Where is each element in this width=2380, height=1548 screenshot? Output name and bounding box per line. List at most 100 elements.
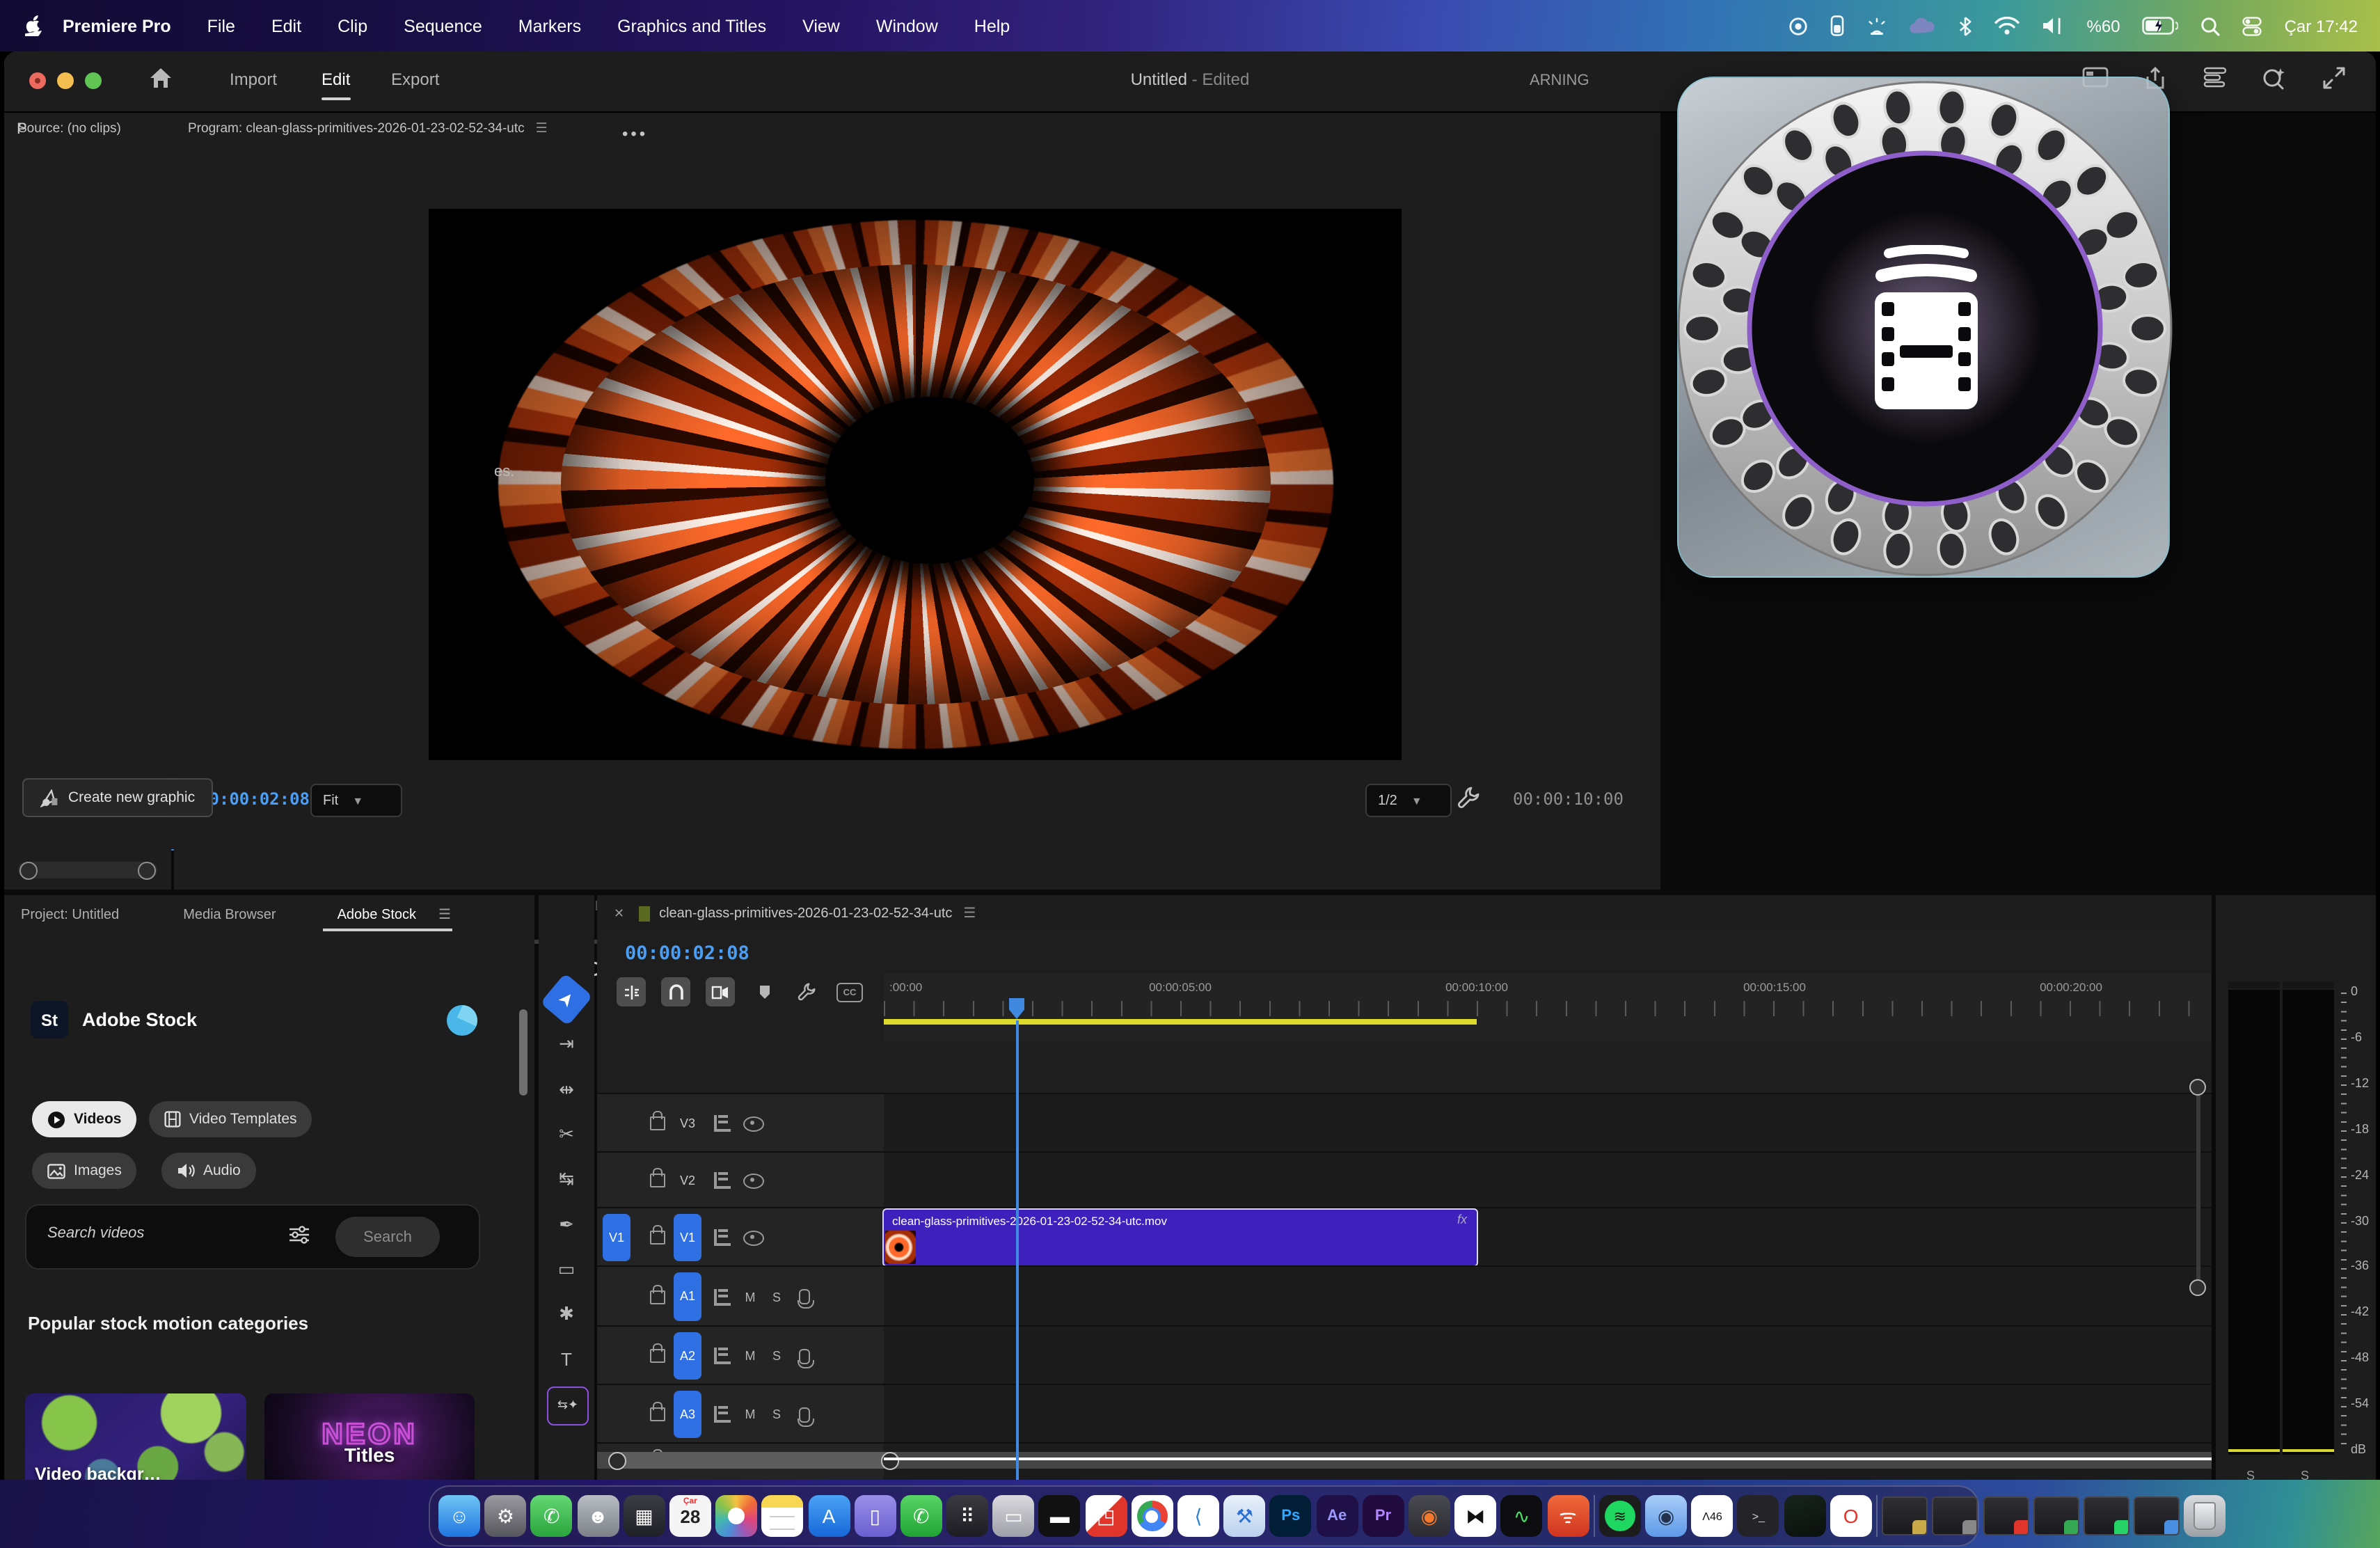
- menu-item-window[interactable]: Window: [876, 16, 938, 35]
- dock-spotify[interactable]: ≋: [1599, 1495, 1641, 1537]
- sequence-tab[interactable]: ✕ clean-glass-primitives-2026-01-23-02-5…: [597, 895, 2212, 931]
- dock-activity-app[interactable]: ∿: [1501, 1495, 1543, 1537]
- dock-whatsapp[interactable]: ✆: [901, 1495, 942, 1537]
- solo-left-label[interactable]: S: [2246, 1469, 2255, 1480]
- dock-browser-window-app[interactable]: ▭: [993, 1495, 1035, 1537]
- dock-phone[interactable]: ✆: [531, 1495, 573, 1537]
- battery-icon[interactable]: [2143, 17, 2179, 35]
- stock-scrollbar[interactable]: [519, 1009, 527, 1096]
- program-monitor-tab[interactable]: Program: clean-glass-primitives-2026-01-…: [174, 113, 1660, 146]
- solo-button[interactable]: S: [770, 1290, 784, 1304]
- dock-contacts[interactable]: ☻: [577, 1495, 619, 1537]
- ai-text-edit-tool[interactable]: ⇆✦: [547, 1386, 589, 1425]
- track-target-V3[interactable]: V3: [674, 1100, 701, 1146]
- filter-video-templates[interactable]: Video Templates: [149, 1101, 312, 1137]
- menu-item-graphics-and-titles[interactable]: Graphics and Titles: [617, 16, 766, 35]
- track-target-A3[interactable]: A3: [674, 1391, 701, 1437]
- razor-tool[interactable]: ✂: [547, 1116, 586, 1153]
- dock-dark-grid-app[interactable]: ▦: [624, 1495, 665, 1537]
- solo-right-label[interactable]: S: [2301, 1469, 2309, 1480]
- wifi-icon[interactable]: [1995, 17, 2020, 35]
- snap-toggle[interactable]: [661, 977, 690, 1006]
- dock-a46-design-studio[interactable]: Λ46: [1692, 1495, 1734, 1537]
- lock-icon[interactable]: [650, 1349, 665, 1363]
- source-patch-V1[interactable]: V1: [603, 1214, 630, 1261]
- dock-notes[interactable]: [762, 1495, 804, 1537]
- dock-trash[interactable]: [2184, 1495, 2226, 1537]
- dock-blender[interactable]: ◉: [1409, 1495, 1450, 1537]
- fullscreen-icon[interactable]: [2323, 67, 2345, 89]
- zoom-handle-left[interactable]: [19, 862, 38, 880]
- pen-tool[interactable]: ✒: [547, 1206, 586, 1242]
- sync-lock-icon[interactable]: [714, 1288, 731, 1305]
- device-battery-icon[interactable]: [1831, 15, 1845, 36]
- track-select-forward-tool[interactable]: ⇥: [547, 1027, 586, 1063]
- vscroll-handle-top[interactable]: [2189, 1079, 2206, 1096]
- track-header-A2[interactable]: A2MS: [597, 1327, 884, 1385]
- timeline-marker-icon[interactable]: [750, 977, 779, 1006]
- track-content-V1[interactable]: clean-glass-primitives-2026-01-23-02-52-…: [884, 1208, 2212, 1267]
- lock-icon[interactable]: [650, 1116, 665, 1130]
- dock-window-thumb-3[interactable]: [1983, 1496, 2029, 1535]
- stock-panel-menu-icon[interactable]: ☰: [438, 907, 451, 922]
- menu-item-help[interactable]: Help: [974, 16, 1010, 35]
- dock-system-settings[interactable]: ⚙: [484, 1495, 526, 1537]
- type-tool[interactable]: T: [547, 1341, 586, 1377]
- mute-button[interactable]: M: [743, 1349, 757, 1363]
- category-card-video-backgrounds[interactable]: Video backgr…: [25, 1393, 246, 1480]
- dock-tv-app[interactable]: ▬: [1039, 1495, 1081, 1537]
- menu-item-premiere-pro[interactable]: Premiere Pro: [63, 16, 171, 35]
- timeline-hscrollbar[interactable]: [597, 1452, 2212, 1469]
- share-icon[interactable]: [2143, 67, 2167, 90]
- lock-icon[interactable]: [650, 1231, 665, 1245]
- track-header-V2[interactable]: V2: [597, 1153, 884, 1208]
- voiceover-record-icon[interactable]: [799, 1407, 810, 1422]
- control-center-icon[interactable]: [2243, 16, 2262, 35]
- track-target-A2[interactable]: A2: [674, 1332, 701, 1379]
- selection-tool[interactable]: ➤: [540, 973, 593, 1026]
- search-button[interactable]: Search: [335, 1217, 440, 1257]
- record-status-icon[interactable]: [1789, 16, 1809, 35]
- dock-camera-blue-app[interactable]: ◉: [1645, 1495, 1687, 1537]
- solo-button[interactable]: S: [770, 1407, 784, 1421]
- dock-finder[interactable]: ☺: [438, 1495, 480, 1537]
- menu-item-view[interactable]: View: [802, 16, 840, 35]
- ripple-edit-tool[interactable]: ⇹: [547, 1071, 586, 1107]
- sync-lock-icon[interactable]: [714, 1115, 731, 1132]
- dock-calendar[interactable]: Çar28: [669, 1495, 711, 1537]
- track-content-V2[interactable]: [884, 1153, 2212, 1208]
- beacon-icon[interactable]: [1867, 16, 1888, 35]
- bluetooth-icon[interactable]: [1959, 16, 1973, 35]
- filter-audio[interactable]: Audio: [161, 1153, 256, 1189]
- zoom-handle-right[interactable]: [138, 862, 156, 880]
- dock-terminal[interactable]: >_: [1738, 1495, 1779, 1537]
- rectangle-tool[interactable]: ▭: [547, 1251, 586, 1288]
- dock-keypad-app[interactable]: ⠿: [946, 1495, 988, 1537]
- dock-hotspot-app[interactable]: ᯤ: [1547, 1495, 1589, 1537]
- dock-window-thumb-6[interactable]: [2134, 1496, 2180, 1535]
- dock-photos[interactable]: [715, 1495, 757, 1537]
- track-header-A3[interactable]: A3MS: [597, 1385, 884, 1444]
- track-content-A2[interactable]: [884, 1327, 2212, 1385]
- playhead-line[interactable]: [1016, 1020, 1018, 1480]
- track-content-V3[interactable]: [884, 1094, 2212, 1153]
- program-timecode[interactable]: 00:00:02:08: [199, 789, 310, 809]
- dock-phone-mirroring[interactable]: ▯: [854, 1495, 896, 1537]
- dock-premiere-pro[interactable]: Pr: [1363, 1495, 1404, 1537]
- track-header-V1[interactable]: V1V1: [597, 1208, 884, 1267]
- dock-vscode[interactable]: ⟨: [1177, 1495, 1219, 1537]
- timeline-ruler[interactable]: :00:0000:00:05:0000:00:10:0000:00:15:000…: [884, 973, 2212, 1041]
- timeline-settings-wrench-icon[interactable]: [792, 977, 821, 1006]
- voiceover-record-icon[interactable]: [799, 1348, 810, 1364]
- source-zoom-bar[interactable]: [18, 862, 157, 878]
- dock-window-thumb-2[interactable]: [1933, 1496, 1978, 1535]
- timeline-clip[interactable]: clean-glass-primitives-2026-01-23-02-52-…: [884, 1210, 1477, 1265]
- stock-account-avatar[interactable]: [447, 1005, 477, 1036]
- dock-after-effects[interactable]: Ae: [1316, 1495, 1358, 1537]
- hand-tool[interactable]: ✱: [547, 1296, 586, 1332]
- toggle-track-output-icon[interactable]: [743, 1230, 764, 1245]
- lock-icon[interactable]: [650, 1407, 665, 1421]
- sync-lock-icon[interactable]: [714, 1406, 731, 1423]
- close-sequence-icon[interactable]: ✕: [614, 906, 624, 921]
- category-card-titles[interactable]: NEON Titles: [264, 1393, 475, 1480]
